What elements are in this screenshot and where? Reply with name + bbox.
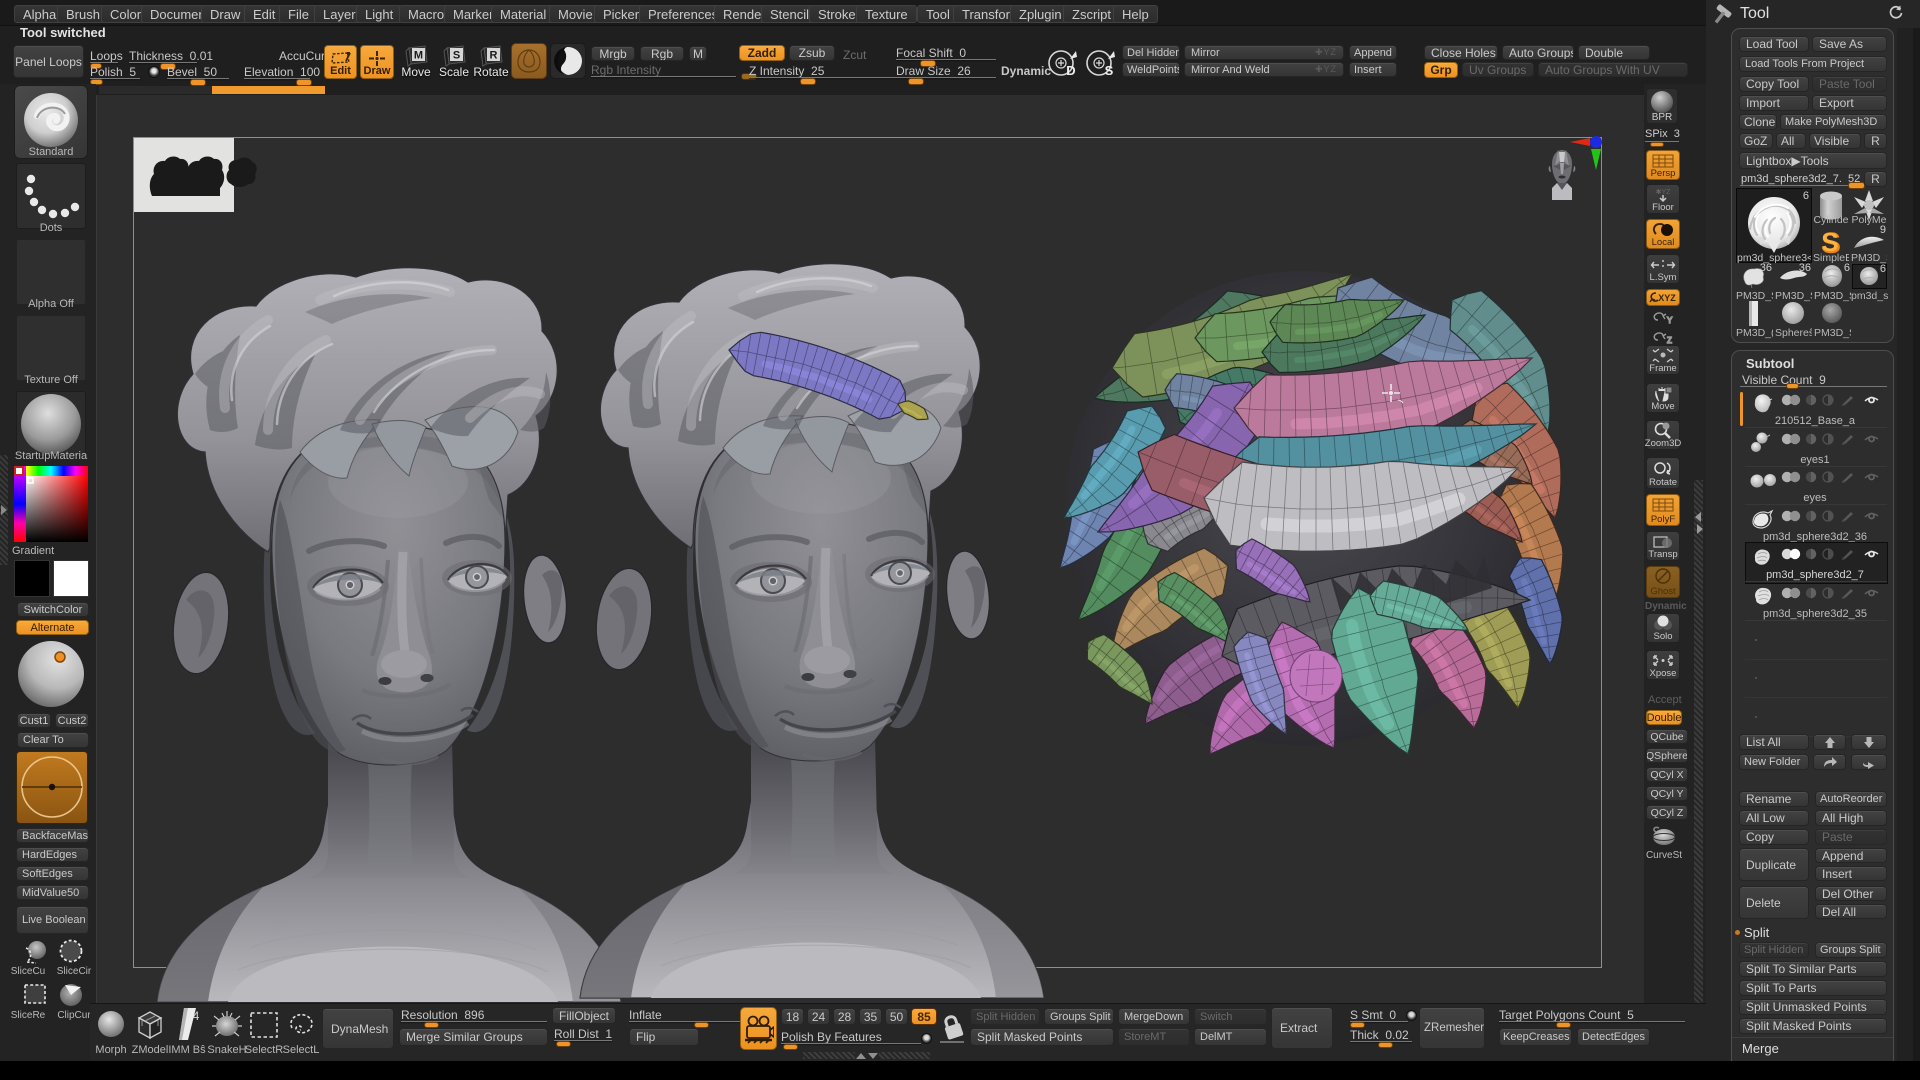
svg-text:BPR: BPR: [1652, 112, 1673, 123]
svg-text:✱YZ: ✱YZ: [1656, 188, 1672, 196]
svg-text:S: S: [1105, 63, 1114, 78]
svg-text:S: S: [453, 50, 460, 62]
svg-text:Y: Y: [1667, 316, 1673, 325]
svg-text:R: R: [490, 50, 498, 62]
svg-text:XYZ: XYZ: [1658, 293, 1676, 303]
svg-text:Z: Z: [1667, 336, 1672, 345]
svg-text:M: M: [414, 50, 423, 62]
svg-text:4: 4: [193, 1009, 200, 1023]
svg-text:D: D: [1066, 63, 1075, 78]
